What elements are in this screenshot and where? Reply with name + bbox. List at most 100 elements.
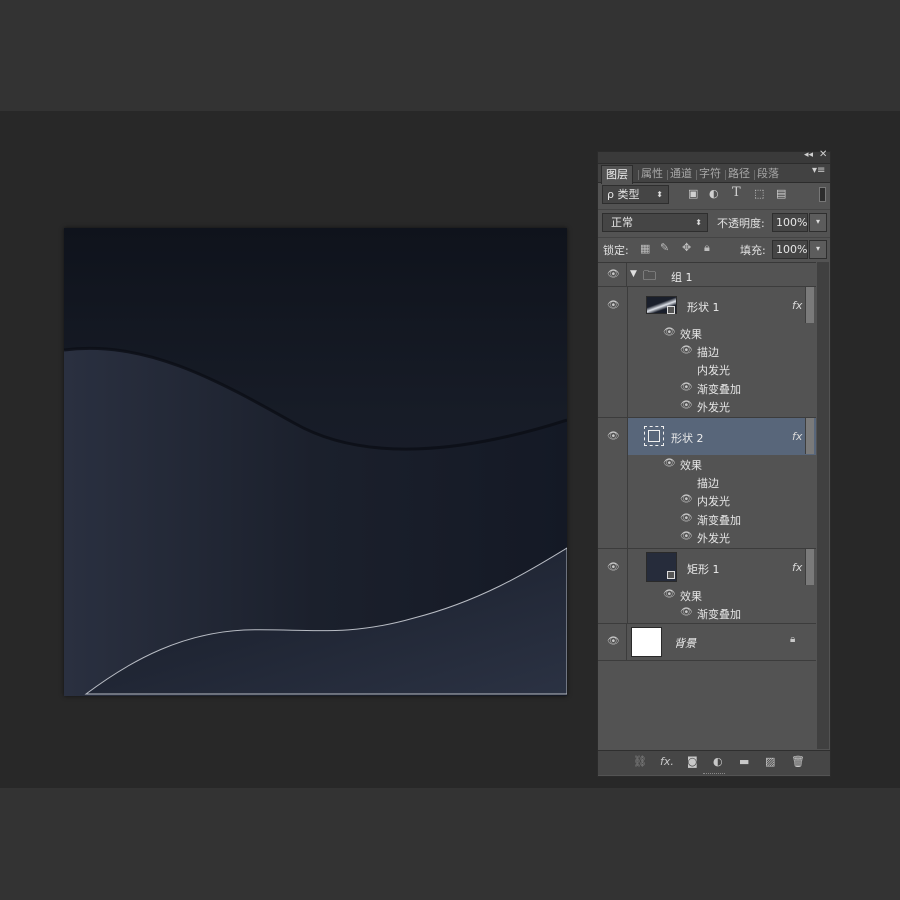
eye-column: 👁︎ xyxy=(598,287,627,417)
eye-icon[interactable]: 👁︎ xyxy=(680,382,693,393)
effect-outer-glow[interactable]: 外发光 xyxy=(697,399,730,415)
image-filter-icon[interactable]: ▣ xyxy=(688,187,698,200)
layer-scroll-indicator xyxy=(805,287,814,323)
layers-scrollbar[interactable] xyxy=(817,262,829,749)
layer-rectangle-1[interactable]: 👁︎ 矩形 1 fx 👁︎ 效果 👁︎ 渐变叠加 xyxy=(598,549,816,624)
eye-column: 👁︎ xyxy=(598,418,627,548)
lock-brush-icon[interactable]: ✎ xyxy=(660,241,669,254)
collapse-icon[interactable]: ◂◂ xyxy=(804,150,813,160)
eye-icon[interactable]: 👁︎ xyxy=(607,300,620,311)
panel-menu-icon[interactable]: ▾≡ xyxy=(812,165,825,176)
tab-character[interactable]: 字符 xyxy=(699,166,721,182)
filter-icons: ▣ ◐ T ⬚ ▤ xyxy=(688,185,808,203)
opacity-value: 100% xyxy=(776,216,808,229)
effect-gradient-overlay[interactable]: 渐变叠加 xyxy=(697,606,741,622)
eye-icon[interactable]: 👁︎ xyxy=(663,327,676,338)
eye-icon[interactable]: 👁︎ xyxy=(663,458,676,469)
lock-transparent-icon[interactable]: ▦ xyxy=(640,242,650,255)
document-canvas[interactable] xyxy=(64,228,567,696)
adjustment-filter-icon[interactable]: ◐ xyxy=(709,187,719,200)
filter-row: ρ 类型 ⬍ ▣ ◐ T ⬚ ▤ xyxy=(598,183,830,209)
layer-group-1[interactable]: 👁︎ ▼ 🗀︎ 组 1 xyxy=(598,263,816,287)
eye-icon[interactable]: 👁︎ xyxy=(680,400,693,411)
tab-properties[interactable]: 属性 xyxy=(641,166,663,182)
lock-label: 锁定: xyxy=(603,244,629,257)
blend-row: 正常 ⬍ 不透明度: 100% ▾ xyxy=(598,209,830,238)
effect-outer-glow[interactable]: 外发光 xyxy=(697,530,730,546)
fx-icon[interactable]: fx xyxy=(792,299,802,312)
effect-stroke[interactable]: 描边 xyxy=(697,475,719,491)
eye-icon[interactable]: 👁︎ xyxy=(607,431,620,442)
tab-channels[interactable]: 通道 xyxy=(670,166,692,182)
resize-grip[interactable] xyxy=(703,773,725,776)
tab-paths[interactable]: 路径 xyxy=(728,166,750,182)
layer-name: 形状 2 xyxy=(671,432,704,445)
folder-icon[interactable]: ▬ xyxy=(739,755,749,768)
canvas-artwork xyxy=(64,228,567,696)
effect-stroke[interactable]: 描边 xyxy=(697,344,719,360)
eye-icon[interactable]: 👁︎ xyxy=(680,531,693,542)
shape-layer-icon xyxy=(644,426,664,446)
eye-icon[interactable]: 👁︎ xyxy=(680,607,693,618)
tab-layers[interactable]: 图层 xyxy=(601,165,633,184)
adjustment-layer-icon[interactable]: ◐ xyxy=(713,755,723,768)
shape-filter-icon[interactable]: ⬚ xyxy=(754,187,764,200)
new-layer-icon[interactable]: ▨ xyxy=(765,755,775,768)
disclosure-triangle-icon[interactable]: ▼ xyxy=(630,269,637,279)
layer-background[interactable]: 👁︎ 背景 🔒︎ xyxy=(598,624,816,661)
close-icon[interactable]: ✕ xyxy=(819,149,827,160)
eye-icon[interactable]: 👁︎ xyxy=(680,345,693,356)
eye-icon[interactable]: 👁︎ xyxy=(607,562,620,573)
filter-type-label: ρ 类型 xyxy=(607,188,640,201)
effects-label: 效果 xyxy=(680,328,702,341)
fill-input[interactable]: 100% xyxy=(772,240,808,259)
eye-icon[interactable]: 👁︎ xyxy=(680,494,693,505)
layers-list: 👁︎ ▼ 🗀︎ 组 1 👁︎ 形状 1 fx 👁︎ 效果 👁︎ 描边 内发光 👁… xyxy=(598,262,816,750)
effect-gradient-overlay[interactable]: 渐变叠加 xyxy=(697,512,741,528)
layer-name: 形状 1 xyxy=(687,301,720,314)
effect-inner-glow[interactable]: 内发光 xyxy=(697,493,730,509)
layer-name: 背景 xyxy=(674,637,696,650)
smart-object-filter-icon[interactable]: ▤ xyxy=(776,187,786,200)
opacity-dropdown-button[interactable]: ▾ xyxy=(809,213,827,232)
filter-type-dropdown[interactable]: ρ 类型 ⬍ xyxy=(602,185,669,204)
fx-icon[interactable]: fx xyxy=(792,561,802,574)
tab-paragraph[interactable]: 段落 xyxy=(757,166,779,182)
vector-mask-icon xyxy=(667,571,675,579)
eye-column: 👁︎ xyxy=(598,263,627,286)
lock-row: 锁定: ▦ ✎ ✥ 🔒︎ 填充: 100% ▾ xyxy=(598,237,830,263)
effects-label: 效果 xyxy=(680,459,702,472)
mask-icon[interactable]: ◙ xyxy=(687,755,698,768)
tab-separator xyxy=(696,170,697,180)
eye-icon[interactable]: 👁︎ xyxy=(607,269,620,280)
eye-icon[interactable]: 👁︎ xyxy=(607,636,620,647)
effect-inner-glow[interactable]: 内发光 xyxy=(697,362,730,378)
trash-icon[interactable]: 🗑︎ xyxy=(791,755,805,768)
opacity-label: 不透明度: xyxy=(717,217,765,230)
top-bar xyxy=(0,0,900,111)
fill-value: 100% xyxy=(776,243,808,256)
filter-toggle[interactable] xyxy=(819,187,826,202)
chevron-updown-icon: ⬍ xyxy=(656,190,663,199)
effect-gradient-overlay[interactable]: 渐变叠加 xyxy=(697,381,741,397)
fill-dropdown-button[interactable]: ▾ xyxy=(809,240,827,259)
tab-separator xyxy=(638,170,639,180)
layer-shape-2[interactable]: 👁︎ 形状 2 fx 👁︎ 效果 描边 👁︎ 内发光 👁︎ 渐变叠加 👁︎ 外发… xyxy=(598,418,816,549)
layer-shape-1[interactable]: 👁︎ 形状 1 fx 👁︎ 效果 👁︎ 描边 内发光 👁︎ 渐变叠加 👁︎ 外发… xyxy=(598,287,816,418)
text-filter-icon[interactable]: T xyxy=(732,185,741,200)
eye-icon[interactable]: 👁︎ xyxy=(663,589,676,600)
layers-bottom-toolbar: ⛓︎ fx. ◙ ◐ ▬ ▨ 🗑︎ xyxy=(598,750,830,775)
fx-menu-icon[interactable]: fx. xyxy=(660,755,674,768)
layer-thumbnail xyxy=(631,627,662,657)
lock-all-icon[interactable]: 🔒︎ xyxy=(704,241,710,255)
lock-position-icon[interactable]: ✥ xyxy=(682,241,691,254)
link-icon[interactable]: ⛓︎ xyxy=(633,755,647,768)
blend-mode-value: 正常 xyxy=(611,216,633,229)
opacity-input[interactable]: 100% xyxy=(772,213,808,232)
folder-icon: 🗀︎ xyxy=(643,269,657,284)
fx-icon[interactable]: fx xyxy=(792,430,802,443)
blend-mode-dropdown[interactable]: 正常 ⬍ xyxy=(602,213,708,232)
layer-name: 组 1 xyxy=(671,271,693,284)
eye-icon[interactable]: 👁︎ xyxy=(680,513,693,524)
tab-separator xyxy=(725,170,726,180)
